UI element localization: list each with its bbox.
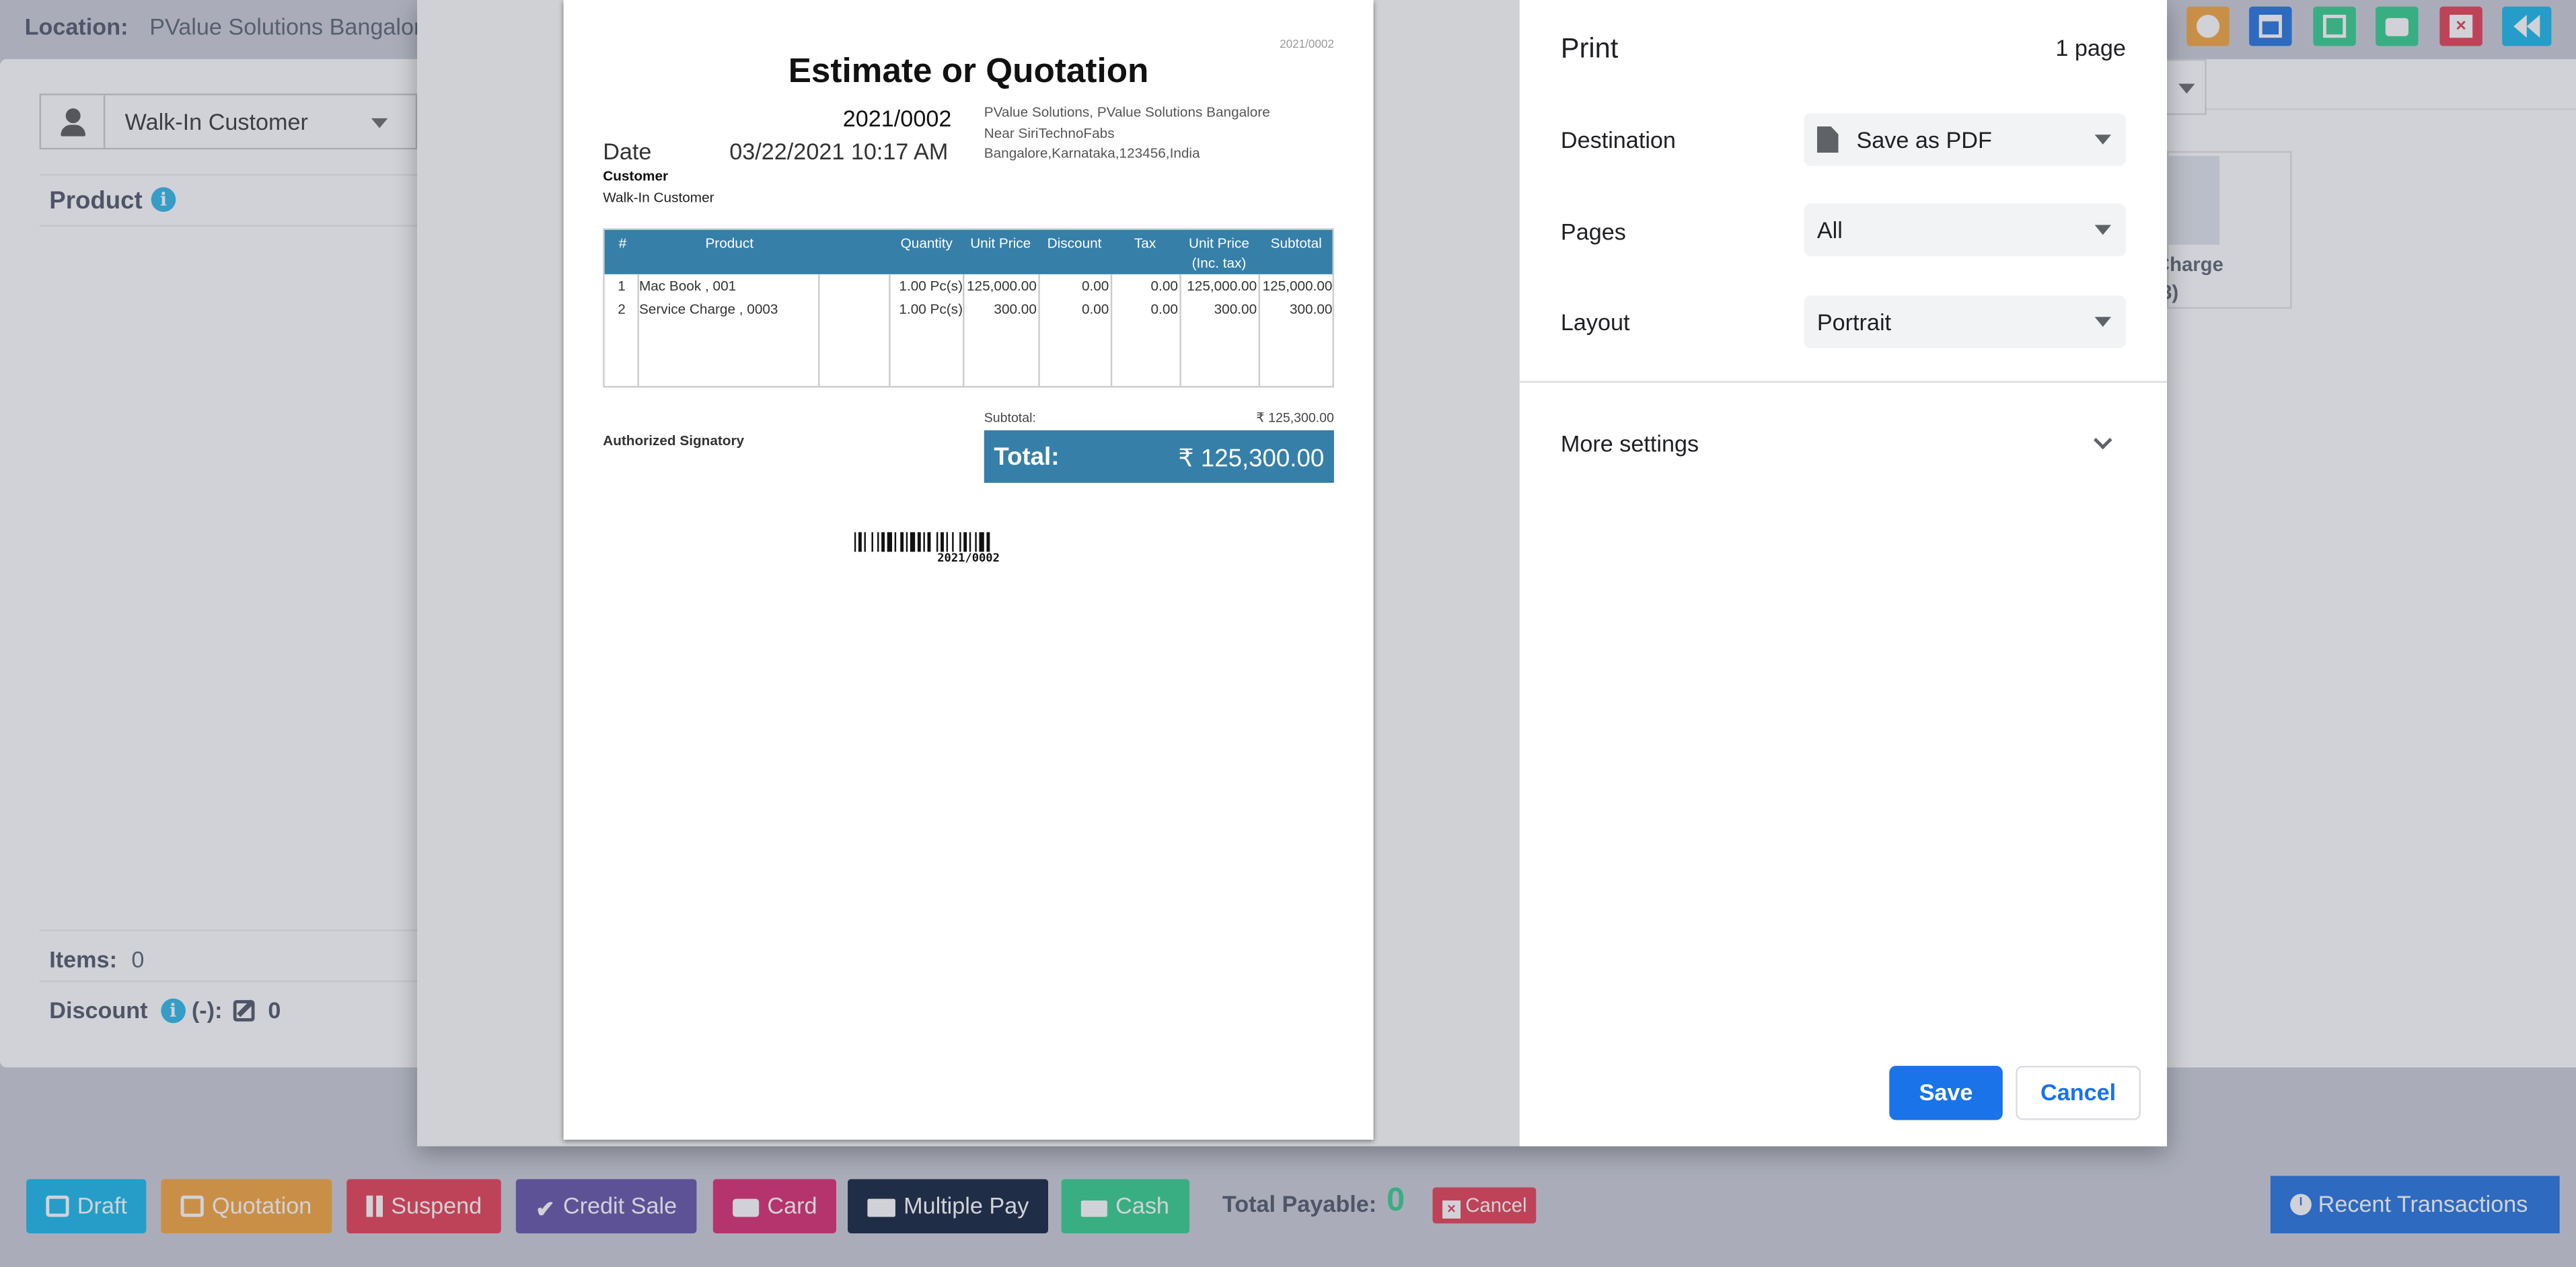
address-line: PValue Solutions, PValue Solutions Banga…	[984, 103, 1270, 120]
cancel-button[interactable]: Cancel	[2016, 1065, 2141, 1120]
table-cell: 300.00	[994, 300, 1037, 317]
invoice-total-value: ₹ 125,300.00	[1178, 445, 1325, 473]
barcode-bar	[871, 532, 873, 552]
table-cell: 300.00	[1289, 300, 1333, 317]
column-header: Unit Price	[970, 235, 1031, 252]
save-button[interactable]: Save	[1889, 1065, 2003, 1120]
barcode-bar	[975, 532, 977, 552]
divider	[1519, 381, 2167, 383]
address-line: Bangalore,Karnataka,123456,India	[984, 144, 1200, 161]
more-settings-toggle[interactable]: More settings	[1561, 430, 1699, 457]
date-label: Date	[603, 138, 652, 165]
date-value: 03/22/2021 10:17 AM	[729, 138, 949, 165]
column-header: Product	[705, 235, 754, 252]
layout-select[interactable]: Portrait	[1804, 295, 2126, 348]
subtotal-value: ₹ 125,300.00	[1256, 410, 1334, 426]
layout-label: Layout	[1560, 309, 1630, 336]
invoice-total: Total: ₹ 125,300.00	[984, 430, 1334, 483]
subtotal-label: Subtotal:	[984, 410, 1036, 426]
invoice-total-label: Total:	[994, 443, 1060, 471]
column-header: Discount	[1047, 235, 1102, 252]
table-cell: 125,000.00	[1262, 277, 1333, 295]
pages-value: All	[1816, 217, 1843, 243]
screen: Location: PValue Solutions Bangalore Wal…	[0, 0, 2576, 1267]
barcode-bar	[910, 532, 916, 552]
column-header: Quantity	[900, 235, 953, 252]
address-line: Near SiriTechnoFabs	[984, 124, 1115, 141]
invoice-customer-label: Customer	[603, 167, 669, 184]
barcode-text: 2021/0002	[937, 551, 1000, 566]
column-header: Unit Price (Inc. tax)	[1188, 235, 1249, 271]
barcode-bar	[979, 532, 984, 552]
table-cell: Mac Book , 001	[638, 277, 737, 295]
barcode-bar	[923, 532, 925, 552]
chevron-down-icon	[2094, 225, 2111, 235]
layout-value: Portrait	[1816, 309, 1892, 336]
barcode-bar	[941, 532, 944, 552]
barcode-bar	[858, 532, 862, 552]
barcode-bar	[963, 532, 967, 552]
barcode-bar	[936, 532, 939, 552]
barcode-bar	[946, 532, 949, 552]
page-count: 1 page	[2055, 34, 2126, 61]
table-cell: 0.00	[1150, 277, 1178, 295]
pages-select[interactable]: All	[1804, 203, 2126, 256]
destination-value: Save as PDF	[1856, 126, 1992, 153]
destination-select[interactable]: Save as PDF	[1804, 113, 2126, 166]
barcode-bar	[952, 532, 954, 552]
barcode-image	[854, 532, 990, 552]
invoice-table: # Product Quantity Unit Price Discount T…	[603, 228, 1334, 388]
invoice-number: 2021/0002	[842, 105, 952, 132]
table-cell: 1	[618, 277, 626, 295]
column-header: #	[618, 235, 627, 252]
file-icon	[1816, 126, 1839, 153]
invoice-table-header: # Product Quantity Unit Price Discount T…	[604, 229, 1333, 274]
table-cell: 1.00 Pc(s)	[899, 277, 963, 295]
business-address: PValue Solutions, PValue Solutions Banga…	[984, 102, 1270, 163]
barcode-bar	[959, 532, 961, 552]
barcode-bar	[927, 532, 931, 552]
barcode-bar	[894, 532, 897, 552]
barcode-bar	[877, 532, 879, 552]
table-cell: 0.00	[1150, 300, 1178, 317]
print-title: Print	[1560, 32, 1619, 65]
invoice-customer-value: Walk-In Customer	[603, 188, 714, 206]
invoice-ref: 2021/0002	[1280, 39, 1334, 51]
table-cell: 0.00	[1081, 300, 1109, 317]
column-header: Subtotal	[1270, 235, 1322, 252]
chevron-down-icon	[2094, 135, 2111, 145]
pages-label: Pages	[1560, 218, 1626, 245]
barcode-bar	[969, 532, 971, 552]
table-cell: Service Charge , 0003	[638, 300, 778, 317]
barcode-bar	[881, 532, 885, 552]
table-cell: 300.00	[1214, 300, 1257, 317]
print-dialog: 2021/0002 Estimate or Quotation 2021/000…	[417, 0, 2167, 1147]
chevron-down-icon[interactable]	[2093, 430, 2112, 450]
preview-page: 2021/0002 Estimate or Quotation 2021/000…	[563, 0, 1374, 1140]
table-cell: 2	[618, 300, 626, 317]
barcode-bar	[887, 532, 893, 552]
chevron-down-icon	[2094, 317, 2111, 327]
barcode-bar	[906, 532, 908, 552]
column-divider	[818, 274, 820, 386]
print-settings: Print 1 page Destination Save as PDF Pag…	[1519, 0, 2167, 1147]
barcode-bar	[986, 532, 990, 552]
table-cell: 0.00	[1081, 277, 1109, 295]
barcode-bar	[864, 532, 866, 552]
barcode-bar	[854, 532, 856, 552]
barcode-bar	[900, 532, 904, 552]
table-cell: 125,000.00	[967, 277, 1037, 295]
column-header: Tax	[1134, 235, 1156, 252]
authorized-signatory: Authorized Signatory	[603, 432, 745, 449]
table-cell: 1.00 Pc(s)	[899, 300, 963, 317]
table-cell: 125,000.00	[1187, 277, 1257, 295]
barcode-bar	[917, 532, 921, 552]
invoice-title: Estimate or Quotation	[788, 52, 1149, 91]
destination-label: Destination	[1560, 126, 1676, 153]
print-preview: 2021/0002 Estimate or Quotation 2021/000…	[417, 0, 1520, 1147]
